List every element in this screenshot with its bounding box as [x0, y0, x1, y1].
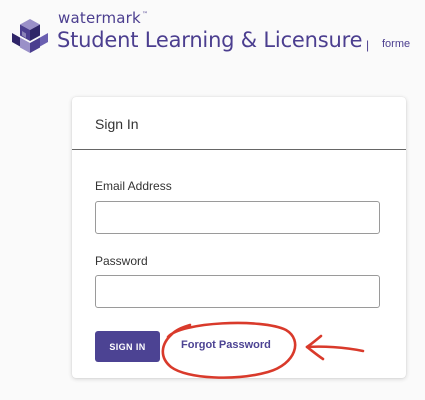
email-label: Email Address: [95, 179, 172, 193]
watermark-cube-logo-icon: [12, 19, 48, 53]
brand-separator: |: [366, 38, 370, 52]
brand-name: watermark™: [58, 9, 149, 27]
brand-formerly-text: forme: [382, 38, 411, 50]
product-name: Student Learning & Licensure: [57, 28, 363, 52]
brand-header: watermark™ Student Learning & Licensure …: [8, 8, 425, 64]
email-input[interactable]: [95, 201, 380, 234]
card-title: Sign In: [95, 116, 139, 132]
sign-in-card: Sign In Email Address Password SIGN IN F…: [72, 97, 406, 378]
trademark-mark: ™: [141, 11, 149, 18]
sign-in-button[interactable]: SIGN IN: [95, 331, 160, 362]
card-header: Sign In: [72, 97, 406, 150]
password-label: Password: [95, 254, 148, 268]
password-input[interactable]: [95, 275, 380, 308]
forgot-password-link[interactable]: Forgot Password: [181, 339, 271, 351]
